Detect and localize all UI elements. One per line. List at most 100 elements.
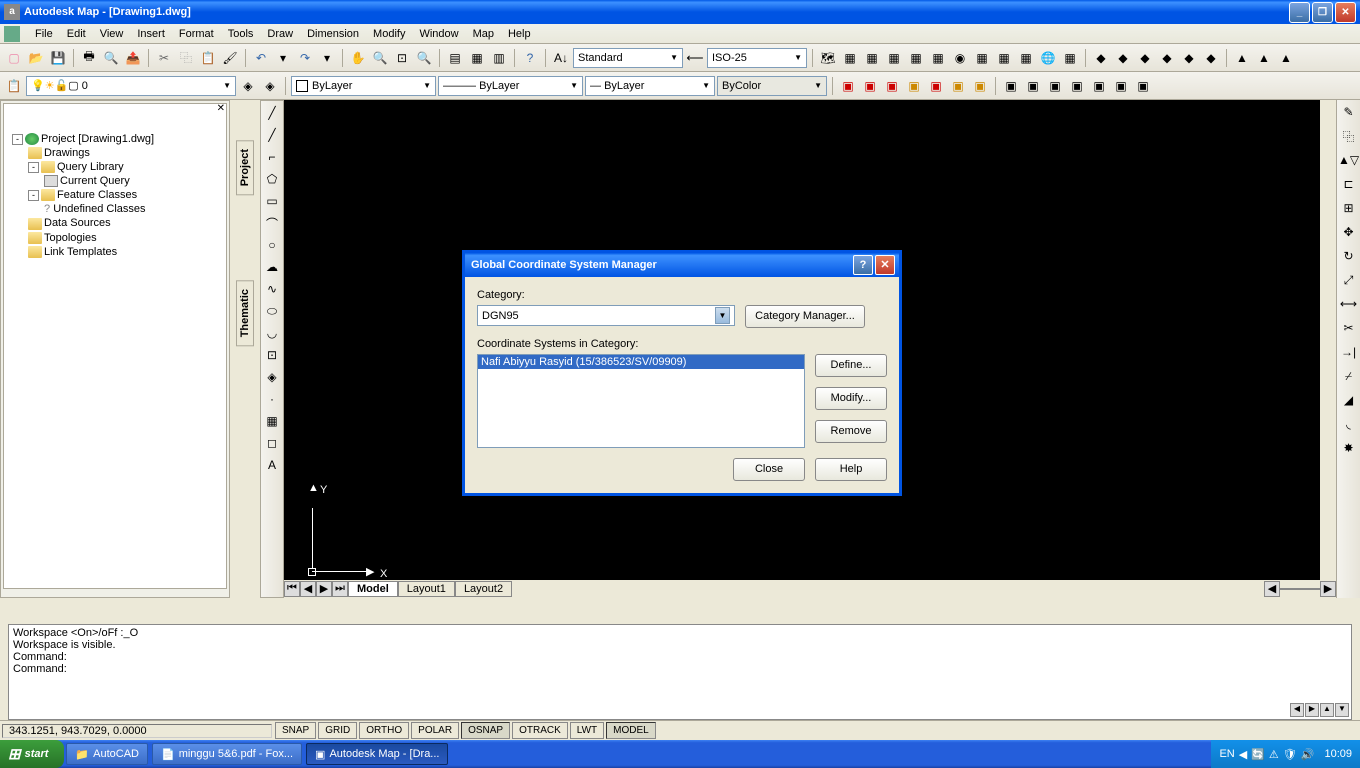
tab-first-icon[interactable]: ⏮ — [284, 581, 300, 597]
redo-icon[interactable]: ↷ — [295, 48, 315, 68]
hatch-icon[interactable]: ▦ — [262, 411, 282, 431]
match-icon[interactable]: 🖌 — [220, 48, 240, 68]
copy-icon[interactable]: ⿻ — [176, 48, 196, 68]
map-tool-icon[interactable]: ▲ — [1254, 48, 1274, 68]
globe-icon[interactable]: 🌐 — [1038, 48, 1058, 68]
dialog-help-icon[interactable]: ? — [853, 255, 873, 275]
undo-dropdown-icon[interactable]: ▾ — [273, 48, 293, 68]
revcloud-icon[interactable]: ☁ — [262, 257, 282, 277]
toggle-lwt[interactable]: LWT — [570, 722, 604, 739]
start-button[interactable]: ⊞ start — [0, 740, 64, 768]
menu-modify[interactable]: Modify — [366, 26, 412, 42]
insert-icon[interactable]: ⊡ — [262, 345, 282, 365]
tab-layout2[interactable]: Layout2 — [455, 581, 512, 597]
tool-icon[interactable]: ▣ — [926, 76, 946, 96]
array-icon[interactable]: ⊞ — [1339, 198, 1359, 218]
map-tool-icon[interactable]: ◆ — [1157, 48, 1177, 68]
coordinate-systems-list[interactable]: Nafi Abiyyu Rasyid (15/386523/SV/09909) — [477, 354, 805, 448]
tool-palette-icon[interactable]: ▥ — [489, 48, 509, 68]
tab-next-icon[interactable]: ▶ — [316, 581, 332, 597]
map-tool-icon[interactable]: ▦ — [840, 48, 860, 68]
tab-layout1[interactable]: Layout1 — [398, 581, 455, 597]
scroll-left-icon[interactable]: ◀ — [1290, 703, 1304, 717]
stretch-icon[interactable]: ⟷ — [1339, 294, 1359, 314]
scroll-up-icon[interactable]: ▲ — [1320, 703, 1334, 717]
scrollbar-vertical[interactable] — [1320, 100, 1336, 580]
cut-icon[interactable]: ✂ — [154, 48, 174, 68]
scroll-down-icon[interactable]: ▼ — [1335, 703, 1349, 717]
map-tool-icon[interactable]: ▦ — [906, 48, 926, 68]
tab-prev-icon[interactable]: ◀ — [300, 581, 316, 597]
list-item[interactable]: Nafi Abiyyu Rasyid (15/386523/SV/09909) — [478, 355, 804, 369]
remove-button[interactable]: Remove — [815, 420, 887, 443]
undo-icon[interactable]: ↶ — [251, 48, 271, 68]
menu-map[interactable]: Map — [466, 26, 501, 42]
tray-icon[interactable]: 🔊 — [1301, 748, 1315, 761]
language-indicator[interactable]: EN — [1219, 748, 1234, 760]
rectangle-icon[interactable]: ▭ — [262, 191, 282, 211]
circle-icon[interactable]: ○ — [262, 235, 282, 255]
map-tool-icon[interactable]: ▦ — [1016, 48, 1036, 68]
line-icon[interactable]: ╱ — [262, 103, 282, 123]
map-tool-icon[interactable]: ▦ — [928, 48, 948, 68]
region-icon[interactable]: ◻ — [262, 433, 282, 453]
map-tool-icon[interactable]: ◆ — [1201, 48, 1221, 68]
tool-icon[interactable]: ▣ — [1001, 76, 1021, 96]
minimize-button[interactable]: _ — [1289, 2, 1310, 23]
break-icon[interactable]: ⌿ — [1339, 366, 1359, 386]
command-line[interactable]: Workspace <On>/oFf :_O Workspace is visi… — [8, 624, 1352, 720]
tool-icon[interactable]: ▣ — [948, 76, 968, 96]
tree-collapse-icon[interactable]: - — [12, 134, 23, 145]
tree-item[interactable]: -Query Library — [12, 160, 218, 174]
tree-item[interactable]: Topologies — [12, 231, 218, 245]
color-dropdown[interactable]: ByLayer▼ — [291, 76, 436, 96]
scroll-left-icon[interactable]: ◀ — [1264, 581, 1280, 597]
linetype-dropdown[interactable]: ——— ByLayer▼ — [438, 76, 583, 96]
maximize-button[interactable]: ❐ — [1312, 2, 1333, 23]
map-tool-icon[interactable]: ▲ — [1232, 48, 1252, 68]
menu-format[interactable]: Format — [172, 26, 221, 42]
new-icon[interactable]: ▢ — [4, 48, 24, 68]
tree-collapse-icon[interactable]: - — [28, 162, 39, 173]
fillet-icon[interactable]: ◟ — [1339, 414, 1359, 434]
menu-window[interactable]: Window — [412, 26, 465, 42]
scrollbar-thumb[interactable] — [1280, 588, 1320, 590]
publish-icon[interactable]: 📤 — [123, 48, 143, 68]
spline-icon[interactable]: ∿ — [262, 279, 282, 299]
category-dropdown[interactable]: DGN95 ▼ — [477, 305, 735, 326]
text-style-dropdown[interactable]: Standard▼ — [573, 48, 683, 68]
taskbar-task[interactable]: 📄minggu 5&6.pdf - Fox... — [152, 743, 302, 765]
map-tool-icon[interactable]: ◆ — [1179, 48, 1199, 68]
tree-root[interactable]: -Project [Drawing1.dwg] — [12, 132, 218, 146]
layer-tool-icon[interactable]: ◈ — [260, 76, 280, 96]
point-icon[interactable]: · — [262, 389, 282, 409]
menu-dimension[interactable]: Dimension — [300, 26, 366, 42]
help-button[interactable]: Help — [815, 458, 887, 481]
dialog-close-icon[interactable]: ✕ — [875, 255, 895, 275]
lineweight-dropdown[interactable]: — ByLayer▼ — [585, 76, 715, 96]
menu-file[interactable]: File — [28, 26, 60, 42]
tool-icon[interactable]: ▣ — [970, 76, 990, 96]
offset-icon[interactable]: ⊏ — [1339, 174, 1359, 194]
rotate-icon[interactable]: ↻ — [1339, 246, 1359, 266]
tab-model[interactable]: Model — [348, 581, 398, 597]
paste-icon[interactable]: 📋 — [198, 48, 218, 68]
tray-icon[interactable]: ⚠ — [1269, 748, 1279, 761]
pline-icon[interactable]: ⌐ — [262, 147, 282, 167]
map-tool-icon[interactable]: ▦ — [862, 48, 882, 68]
open-icon[interactable]: 📂 — [26, 48, 46, 68]
chamfer-icon[interactable]: ◢ — [1339, 390, 1359, 410]
erase-icon[interactable]: ✎ — [1339, 102, 1359, 122]
toggle-polar[interactable]: POLAR — [411, 722, 459, 739]
layer-dropdown[interactable]: 💡☀🔓▢ 0▼ — [26, 76, 236, 96]
panel-close-icon[interactable]: ✕ — [217, 103, 225, 114]
menu-help[interactable]: Help — [501, 26, 538, 42]
tab-last-icon[interactable]: ⏭ — [332, 581, 348, 597]
copy-icon[interactable]: ⿻ — [1339, 126, 1359, 146]
move-icon[interactable]: ✥ — [1339, 222, 1359, 242]
sidebar-tab-thematic[interactable]: Thematic — [236, 280, 254, 346]
toggle-model[interactable]: MODEL — [606, 722, 656, 739]
plotstyle-dropdown[interactable]: ByColor▼ — [717, 76, 827, 96]
menu-draw[interactable]: Draw — [260, 26, 300, 42]
polygon-icon[interactable]: ⬠ — [262, 169, 282, 189]
